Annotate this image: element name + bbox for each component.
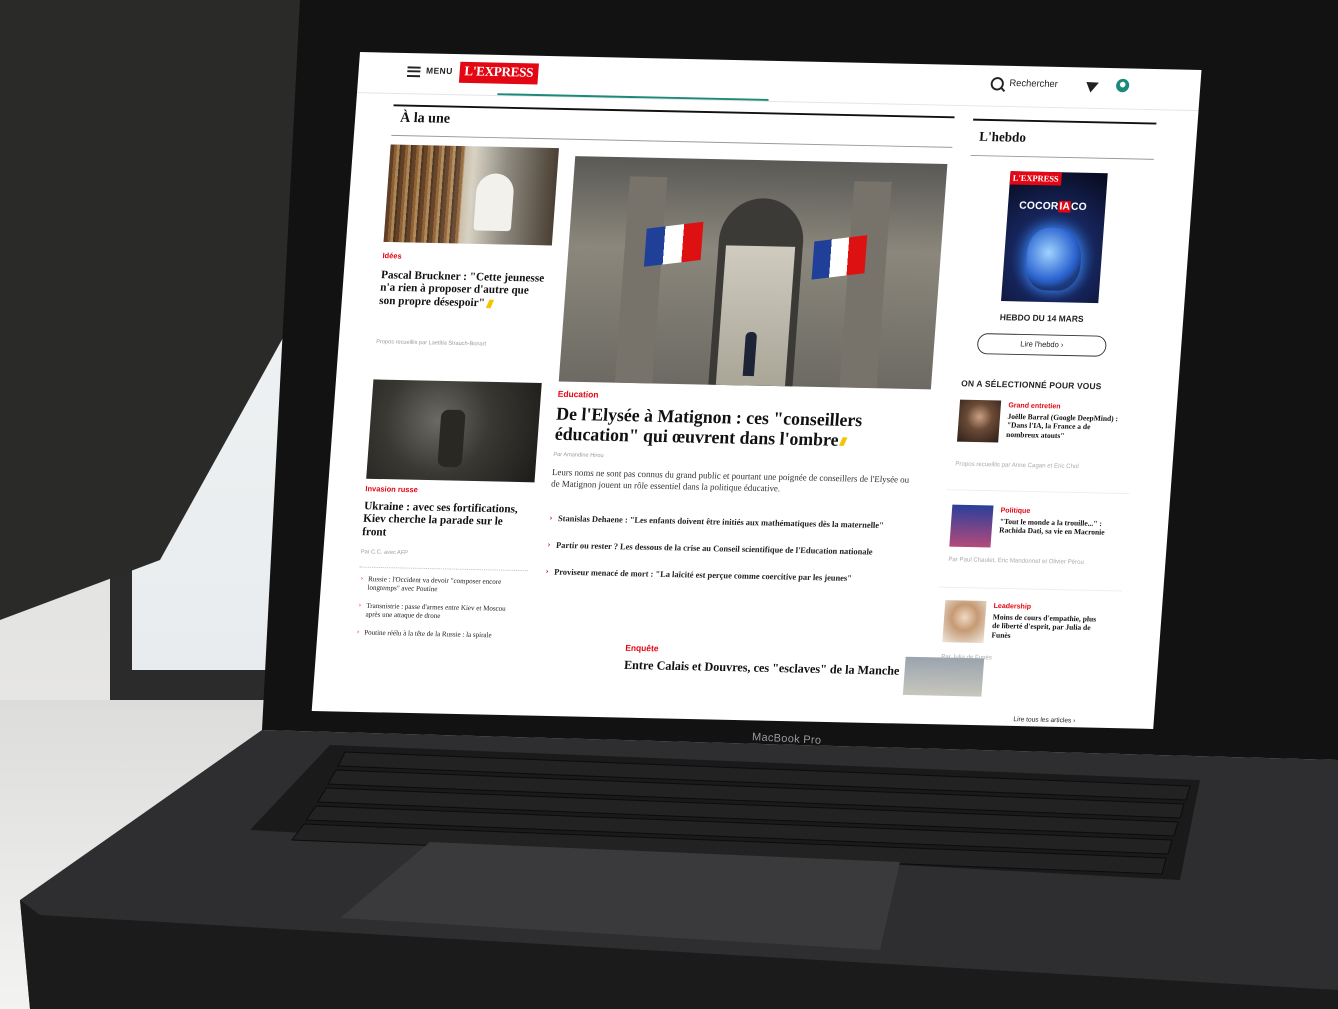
lexpress-logo[interactable]: L'EXPRESS <box>458 61 539 85</box>
section-top-rule <box>393 104 955 119</box>
author-image-detail <box>473 173 515 232</box>
selected-item-1-kicker[interactable]: Grand entretien <box>1008 401 1061 411</box>
photo-scene: MacBook Pro MENU L'EXPRESS Rechercher À … <box>0 0 1338 1009</box>
education-related-2[interactable]: Partir ou rester ? Les dessous de la cri… <box>556 540 903 558</box>
laptop-screen: MENU L'EXPRESS Rechercher À la une Idées… <box>311 52 1202 729</box>
ukraine-byline: Par C.C. avec AFP <box>360 549 409 557</box>
idees-headline-text[interactable]: Pascal Bruckner : "Cette jeunesse n'a ri… <box>379 268 545 309</box>
magazine-cover[interactable]: L'EXPRESS COCORIACO <box>1001 171 1108 304</box>
ukraine-article-image[interactable] <box>366 379 542 483</box>
education-byline: Par Amandine Hirou <box>553 452 604 459</box>
ukraine-related-1[interactable]: Russie : l'Occident va devoir "composer … <box>367 574 523 594</box>
education-headline[interactable]: De l'Elysée à Matignon : ces "conseiller… <box>554 404 912 452</box>
hebdo-issue-label: HEBDO DU 14 MARS <box>999 312 1084 324</box>
hebdo-rule <box>970 154 1154 160</box>
selected-item-1-byline: Propos recueillis par Anne Cagan et Eric… <box>955 460 1079 471</box>
selected-item-2-kicker[interactable]: Politique <box>1000 506 1030 515</box>
idees-byline: Propos recueillis par Laetitia Strauch-B… <box>375 339 487 348</box>
cover-logo: L'EXPRESS <box>1009 171 1062 186</box>
selected-item-3-kicker[interactable]: Leadership <box>993 601 1031 610</box>
idees-headline[interactable]: Pascal Bruckner : "Cette jeunesse n'a ri… <box>379 268 545 311</box>
section-title: À la une <box>399 110 451 127</box>
idees-kicker[interactable]: Idées <box>382 251 402 260</box>
ukraine-headline[interactable]: Ukraine : avec ses fortifications, Kiev … <box>362 499 528 542</box>
enquete-kicker[interactable]: Enquête <box>625 643 659 653</box>
selected-item-separator <box>945 489 1130 495</box>
courtyard-detail <box>715 245 796 387</box>
selected-item-1-headline[interactable]: Joëlle Barral (Google DeepMind) : "Dans … <box>1006 412 1120 441</box>
bookshelf-image-detail <box>383 144 466 244</box>
hamburger-menu-icon[interactable] <box>406 66 421 78</box>
pillar-right-detail <box>839 181 892 389</box>
ukraine-related-3[interactable]: Poutine réélu à la tête de la Russie : l… <box>364 628 519 640</box>
education-headline-text[interactable]: De l'Elysée à Matignon : ces "conseiller… <box>554 404 863 450</box>
education-related-1[interactable]: Stanislas Dehaene : "Les enfants doivent… <box>558 513 905 531</box>
french-flags-left <box>643 221 704 267</box>
selected-item-2-headline[interactable]: "Tout le monde a la trouille..." : Rachi… <box>999 517 1113 537</box>
read-all-articles-link[interactable]: Lire tous les articles › <box>1013 716 1075 724</box>
cover-title-part-c: CO <box>1070 201 1088 213</box>
education-hero-image[interactable] <box>558 156 948 390</box>
selected-item-2-byline: Par Paul Chaulet, Eric Mandonnet et Oliv… <box>948 556 1085 566</box>
selected-item-3-headline[interactable]: Moins de cours d'empathie, plus de liber… <box>991 613 1105 642</box>
lightning-icon <box>485 299 495 308</box>
ukraine-kicker[interactable]: Invasion russe <box>365 484 418 494</box>
education-related-3[interactable]: Proviseur menacé de mort : "La laïcité e… <box>554 567 901 585</box>
ukraine-divider <box>359 566 529 572</box>
reading-progress-bar <box>497 93 769 101</box>
cover-title: COCORIACO <box>1019 200 1087 213</box>
soldier-image-detail <box>437 409 466 468</box>
cover-title-part-a: COCOR <box>1018 200 1059 213</box>
education-kicker[interactable]: Education <box>557 389 598 399</box>
laptop-screen-wrap: MENU L'EXPRESS Rechercher À la une Idées… <box>0 0 1338 1009</box>
selected-item-separator <box>938 586 1123 592</box>
selected-for-you-title: ON A SÉLECTIONNÉ POUR VOUS <box>960 378 1102 392</box>
selected-item-3-byline: Par Julia de Funès <box>940 653 993 662</box>
newsletter-send-icon[interactable] <box>1086 77 1101 93</box>
search-label[interactable]: Rechercher <box>1009 78 1058 90</box>
rooster-illustration <box>1024 227 1084 292</box>
lightning-icon <box>839 437 848 447</box>
read-hebdo-button[interactable]: Lire l'hebdo › <box>976 333 1108 357</box>
selected-item-3-image[interactable] <box>942 600 987 644</box>
site-header: MENU L'EXPRESS Rechercher <box>356 52 1202 112</box>
search-icon[interactable] <box>990 76 1005 91</box>
hebdo-title: L'hebdo <box>978 130 1027 146</box>
idees-article-image[interactable] <box>383 144 559 246</box>
menu-label[interactable]: MENU <box>426 66 453 76</box>
user-account-icon[interactable] <box>1115 78 1130 93</box>
enquete-headline[interactable]: Entre Calais et Douvres, ces "esclaves" … <box>624 657 906 678</box>
french-flags-right <box>811 235 868 280</box>
selected-item-2-image[interactable] <box>949 504 994 548</box>
education-lead: Leurs noms ne sont pas connus du grand p… <box>550 468 910 495</box>
hebdo-sidebar: L'hebdo L'EXPRESS COCORIACO HEBDO DU 14 … <box>928 118 1157 729</box>
pillar-left-detail <box>614 176 668 384</box>
selected-item-1-image[interactable] <box>957 399 1002 443</box>
ukraine-related-2[interactable]: Transnistrie : passe d'armes entre Kiev … <box>365 601 521 621</box>
